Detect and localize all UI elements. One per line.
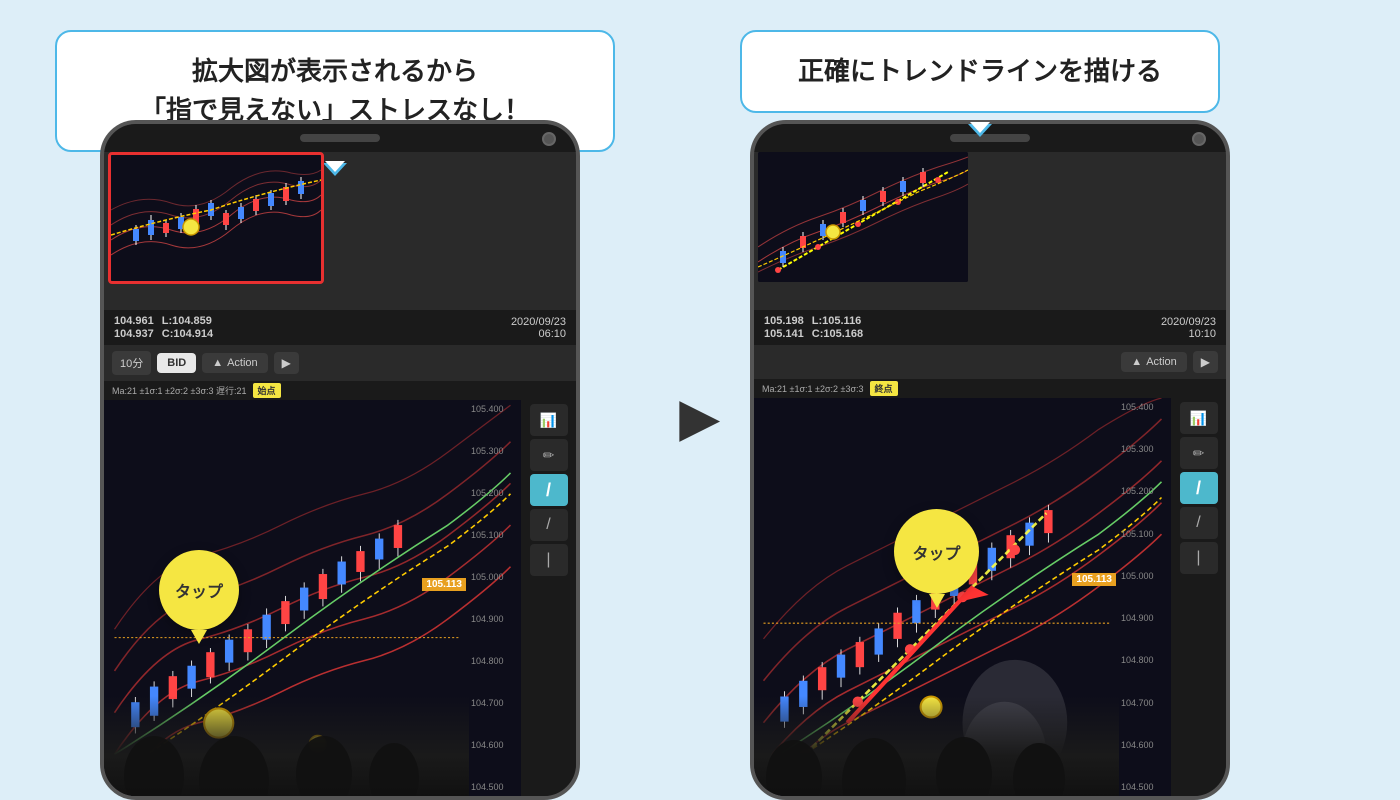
line-tool-icon-right[interactable]: / [1180, 472, 1218, 504]
chart-sidebar-right: 📊 ✏ / / | [1171, 398, 1226, 796]
play-button-left[interactable]: ▶ [274, 352, 299, 374]
pencil-icon-right[interactable]: ✏ [1180, 437, 1218, 469]
phone-left: 104.961 L:104.859 104.937 C:104.914 2020… [100, 120, 580, 800]
bar-chart-icon-right[interactable]: 📊 [1180, 402, 1218, 434]
diagonal-line-icon-right[interactable]: / [1180, 507, 1218, 539]
chart-datetime-right: 2020/09/23 10:10 [1161, 316, 1216, 340]
bid-button-left[interactable]: BID [157, 353, 196, 373]
chart-header-right: 105.198 L:105.116 105.141 C:105.168 2020… [754, 310, 1226, 345]
pencil-icon-left[interactable]: ✏ [530, 439, 568, 471]
main-container: 拡大図が表示されるから 「指で見えない」ストレスなし！ 正確にトレンドラインを描… [0, 0, 1400, 800]
chart-prices-right: 105.198 L:105.116 105.141 C:105.168 [764, 315, 863, 340]
price-line-1-right: 105.198 L:105.116 [764, 315, 863, 327]
phone-right: 105.198 L:105.116 105.141 C:105.168 2020… [750, 120, 1230, 800]
vertical-line-icon-left[interactable]: | [530, 544, 568, 576]
preview-thumbnail-right [758, 152, 968, 282]
phone-left-section: 104.961 L:104.859 104.937 C:104.914 2020… [100, 120, 580, 800]
chart-datetime-left: 2020/09/23 06:10 [511, 316, 566, 340]
price-line-2-left: 104.937 C:104.914 [114, 328, 213, 340]
phone-right-section: 105.198 L:105.116 105.141 C:105.168 2020… [750, 120, 1230, 800]
action-button-right[interactable]: ▲ Action [1121, 352, 1186, 372]
play-button-right[interactable]: ▶ [1193, 351, 1218, 373]
phone-notch-bar-left [104, 124, 576, 152]
action-bar-right: ▲ Action ▶ [754, 345, 1226, 379]
tap-bubble-left: タップ [159, 550, 239, 630]
price-highlight-right: 105.113 [1072, 573, 1116, 586]
preview-thumbnail-left [108, 152, 324, 284]
bubble-right: 正確にトレンドラインを描ける [740, 30, 1220, 113]
bubble-right-text: 正確にトレンドラインを描ける [770, 52, 1190, 91]
preview-inner-left [111, 155, 321, 281]
price-scale-right: 105.400 105.300 105.200 105.100 105.000 … [1119, 398, 1171, 796]
chart-main-left: 105.113 105.400 105.300 105.200 105.100 … [104, 400, 521, 796]
price-scale-left: 105.400 105.300 105.200 105.100 105.000 … [469, 400, 521, 796]
end-point-label-right: 終点 [870, 381, 898, 396]
phone-notch-left [300, 134, 380, 142]
price-line-1-left: 104.961 L:104.859 [114, 315, 213, 327]
ma-bar-right: Ma:21 ±1σ:1 ±2σ:2 ±3σ:3 終点 [754, 379, 1226, 398]
preview-chart-svg-left [111, 155, 321, 283]
chart-area-right: 105.113 105.400 105.300 105.200 105.100 … [754, 398, 1226, 796]
vertical-line-icon-right[interactable]: | [1180, 542, 1218, 574]
bubble-left-text: 拡大図が表示されるから 「指で見えない」ストレスなし！ [85, 52, 585, 130]
chart-prices-left: 104.961 L:104.859 104.937 C:104.914 [114, 315, 213, 340]
chart-header-left: 104.961 L:104.859 104.937 C:104.914 2020… [104, 310, 576, 345]
action-button-left[interactable]: ▲ Action [202, 353, 267, 373]
action-triangle-icon-right: ▲ [1131, 356, 1142, 368]
chart-sidebar-left: 📊 ✏ / / | [521, 400, 576, 796]
line-tool-icon-left[interactable]: / [530, 474, 568, 506]
price-highlight-left: 105.113 [422, 578, 466, 591]
drip-blobs-right [754, 696, 1084, 796]
preview-chart-svg-right [758, 152, 968, 282]
phone-camera-right [1192, 132, 1206, 146]
arrow-between: ▶ [680, 388, 718, 446]
chart-main-right: 105.113 105.400 105.300 105.200 105.100 … [754, 398, 1171, 796]
time-selector-left[interactable]: 10分 [112, 351, 151, 375]
action-bar-left: 10分 BID ▲ Action ▶ [104, 345, 576, 381]
ma-bar-left: Ma:21 ±1σ:1 ±2σ:2 ±3σ:3 遅行:21 始点 [104, 381, 576, 400]
diagonal-line-icon-left[interactable]: / [530, 509, 568, 541]
price-line-2-right: 105.141 C:105.168 [764, 328, 863, 340]
phone-camera-left [542, 132, 556, 146]
chart-area-left: 105.113 105.400 105.300 105.200 105.100 … [104, 400, 576, 796]
bar-chart-icon-left[interactable]: 📊 [530, 404, 568, 436]
tap-bubble-right: タップ [894, 509, 979, 594]
action-triangle-icon-left: ▲ [212, 357, 223, 369]
preview-inner-right [758, 152, 968, 282]
start-point-label-left: 始点 [253, 383, 281, 398]
drip-blobs-left [104, 696, 434, 796]
